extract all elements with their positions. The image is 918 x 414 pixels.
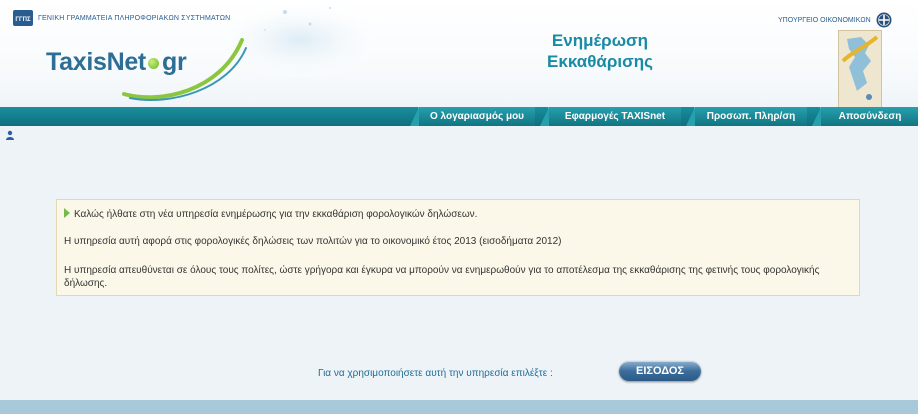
greek-emblem-icon xyxy=(876,12,892,28)
ministry-name: ΥΠΟΥΡΓΕΙΟ ΟΙΚΟΝΟΜΙΚΩΝ xyxy=(778,16,871,24)
welcome-line: Καλώς ήλθατε στη νέα υπηρεσία ενημέρωσης… xyxy=(64,208,847,221)
tab-logout-label: Αποσύνδεση xyxy=(838,111,902,122)
tab-notch xyxy=(686,107,695,126)
tab-my-account-label: Ο λογαριασμός μου xyxy=(429,111,525,122)
greece-map-image xyxy=(838,30,882,108)
enter-prompt: Για να χρησιμοποιήσετε αυτή την υπηρεσία… xyxy=(318,368,553,379)
logo-suffix: gr xyxy=(161,48,187,76)
app-title-line2: Εκκαθάρισης xyxy=(547,52,653,71)
org-name: ΓΕΝΙΚΗ ΓΡΑΜΜΑΤΕΙΑ ΠΛΗΡΟΦΟΡΙΑΚΩΝ ΣΥΣΤΗΜΑΤ… xyxy=(38,14,231,22)
tab-logout[interactable]: Αποσύνδεση xyxy=(812,107,918,126)
ministry-brand: ΥΠΟΥΡΓΕΙΟ ΟΙΚΟΝΟΜΙΚΩΝ xyxy=(778,12,892,28)
tab-taxisnet-apps-label: Εφαρμογές TAXISnet xyxy=(564,111,666,122)
app-title-line1: Ενημέρωση xyxy=(551,31,649,50)
org-brand: ΓΓΠΣ ΓΕΝΙΚΗ ΓΡΑΜΜΑΤΕΙΑ ΠΛΗΡΟΦΟΡΙΑΚΩΝ ΣΥΣ… xyxy=(12,8,230,28)
logo-dot-icon xyxy=(147,58,159,69)
info-panel: Καλώς ήλθατε στη νέα υπηρεσία ενημέρωσης… xyxy=(56,199,860,296)
enter-button[interactable]: ΕΙΣΟΔΟΣ xyxy=(619,361,701,381)
audience-text: Η υπηρεσία απευθύνεται σε όλους τους πολ… xyxy=(64,265,820,289)
sub-bar xyxy=(0,126,918,144)
tab-notch xyxy=(540,107,549,126)
scope-text: Η υπηρεσία αυτή αφορά στις φορολογικές δ… xyxy=(64,236,562,247)
user-icon[interactable] xyxy=(5,130,15,140)
org-emblem-icon: ΓΓΠΣ xyxy=(13,10,33,26)
logo-text: TaxisNet xyxy=(46,48,146,76)
arrow-right-icon xyxy=(64,208,70,218)
app-title: Ενημέρωση Εκκαθάρισης xyxy=(520,30,680,72)
footer-bar xyxy=(0,400,918,414)
tab-notch xyxy=(812,107,821,126)
taxisnet-logo[interactable]: TaxisNet gr xyxy=(46,48,187,77)
tab-notch xyxy=(410,107,419,126)
svg-text:ΓΓΠΣ: ΓΓΠΣ xyxy=(15,17,31,23)
greece-map-icon xyxy=(839,31,881,107)
header: ΓΓΠΣ ΓΕΝΙΚΗ ΓΡΑΜΜΑΤΕΙΑ ΠΛΗΡΟΦΟΡΙΑΚΩΝ ΣΥΣ… xyxy=(0,0,918,108)
tab-my-account[interactable]: Ο λογαριασμός μου xyxy=(410,107,535,126)
tab-personal-info[interactable]: Προσωπ. Πληρ/ση xyxy=(686,107,807,126)
tab-taxisnet-apps[interactable]: Εφαρμογές TAXISnet xyxy=(540,107,681,126)
tab-personal-info-label: Προσωπ. Πληρ/ση xyxy=(706,111,796,122)
welcome-text: Καλώς ήλθατε στη νέα υπηρεσία ενημέρωσης… xyxy=(74,209,478,220)
